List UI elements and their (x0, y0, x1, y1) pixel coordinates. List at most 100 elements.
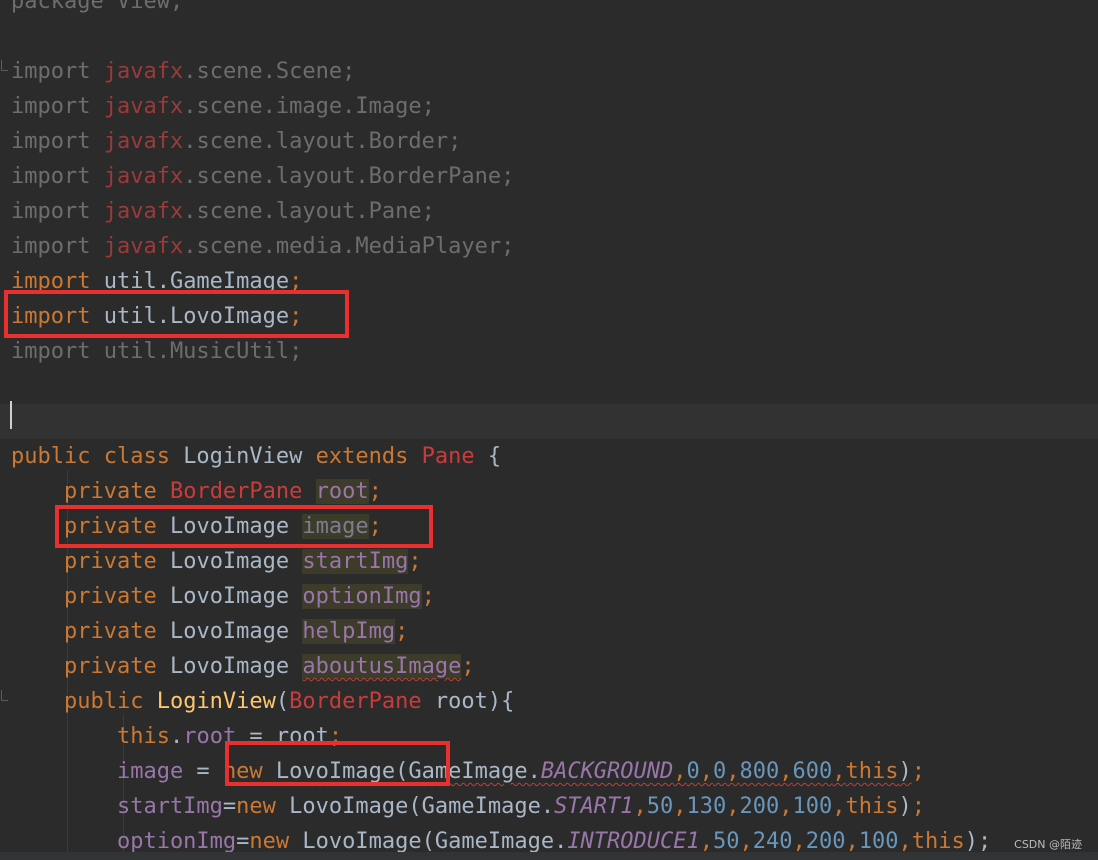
text-caret (10, 401, 12, 429)
code-token: , (699, 829, 714, 854)
code-line[interactable] (0, 404, 1098, 439)
code-line[interactable]: private LovoImage optionImg; (0, 579, 1098, 614)
code-token: private (11, 654, 170, 679)
code-token: .scene.layout.Pane; (183, 199, 435, 224)
code-token: import (11, 234, 104, 259)
code-token: Pane (421, 444, 488, 469)
code-token: this (911, 829, 965, 854)
annotation-box-new (225, 741, 450, 786)
code-line[interactable] (0, 19, 1098, 54)
code-line[interactable]: import javafx.scene.media.MediaPlayer; (0, 229, 1098, 264)
code-line[interactable] (0, 369, 1098, 404)
code-line[interactable]: startImg=new LovoImage(GameImage.START1,… (0, 789, 1098, 824)
code-line-text: package View; (11, 0, 183, 19)
code-token: ); (964, 829, 992, 854)
code-line[interactable]: package View; (0, 0, 1098, 19)
code-line[interactable]: image = new LovoImage(GameImage.BACKGROU… (0, 754, 1098, 789)
code-line[interactable]: private LovoImage helpImg; (0, 614, 1098, 649)
code-token: .scene.layout.Border; (183, 129, 462, 154)
code-token: , (699, 759, 714, 784)
code-line[interactable]: import javafx.scene.layout.BorderPane; (0, 159, 1098, 194)
code-token: , (779, 759, 793, 784)
code-line-text: private LovoImage optionImg; (11, 579, 435, 614)
code-editor[interactable]: package View; import javafx.scene.Scene; i… (0, 0, 1098, 860)
code-token: LovoImage(GameImage. (302, 829, 568, 854)
code-token: new (236, 794, 290, 819)
code-token: , (673, 794, 687, 819)
code-token: BACKGROUND (540, 759, 674, 784)
code-token: private (11, 479, 170, 504)
code-token: .scene.layout.BorderPane; (183, 164, 515, 189)
code-token: ; (421, 584, 435, 609)
code-line-text: import javafx.scene.image.Image; (11, 89, 435, 124)
code-token: = (183, 759, 223, 784)
code-line-text: import util.MusicUtil; (11, 334, 302, 369)
code-token: 50 (646, 794, 674, 819)
code-line-text: private BorderPane root; (11, 474, 382, 509)
code-token: 200 (805, 829, 846, 854)
code-token: image (11, 759, 184, 784)
code-token: private (11, 549, 170, 574)
code-token: import (11, 164, 104, 189)
fold-marker-icon[interactable] (0, 60, 8, 74)
code-token: .scene.image.Image; (183, 94, 435, 119)
code-token: root){ (434, 689, 515, 714)
code-token: ; (408, 549, 422, 574)
code-line[interactable]: public LoginView(BorderPane root){ (0, 684, 1098, 719)
code-token: import (11, 199, 104, 224)
annotation-box-import (4, 290, 349, 338)
code-token: this (11, 724, 170, 749)
code-token: .scene.Scene; (183, 59, 356, 84)
code-token: ) (898, 759, 912, 784)
code-line[interactable]: private LovoImage startImg; (0, 544, 1098, 579)
code-line-text: private LovoImage aboutusImage; (11, 649, 475, 684)
code-token: BorderPane (169, 479, 316, 504)
code-token: public (11, 689, 157, 714)
code-token: public class (11, 444, 184, 469)
code-line[interactable]: import util.MusicUtil; (0, 334, 1098, 369)
annotation-box-field (55, 505, 433, 548)
code-token: ; (461, 654, 475, 679)
code-token: ; (368, 479, 382, 504)
code-token: BorderPane (289, 689, 435, 714)
code-token: javafx (103, 199, 184, 224)
fold-marker-icon[interactable] (0, 690, 8, 704)
code-token: javafx (103, 234, 184, 259)
code-token: extends (315, 444, 422, 469)
code-token: 100 (792, 794, 833, 819)
code-line[interactable]: public class LoginView extends Pane { (0, 439, 1098, 474)
code-token: 0 (686, 759, 700, 784)
code-token: . (169, 724, 184, 749)
code-token: ; (395, 619, 409, 644)
code-line[interactable]: private LovoImage aboutusImage; (0, 649, 1098, 684)
code-token: { (487, 444, 502, 469)
code-token: 200 (739, 794, 780, 819)
code-line[interactable]: this.root = root; (0, 719, 1098, 754)
code-token: = (236, 829, 250, 854)
code-token: , (792, 829, 806, 854)
code-line[interactable]: import javafx.scene.layout.Border; (0, 124, 1098, 159)
code-line[interactable]: import javafx.scene.Scene; (0, 54, 1098, 89)
code-token: private (11, 619, 170, 644)
code-line[interactable]: import javafx.scene.layout.Pane; (0, 194, 1098, 229)
code-line-text: private LovoImage startImg; (11, 544, 422, 579)
code-token: , (779, 794, 793, 819)
code-token: 130 (686, 794, 727, 819)
code-token: javafx (103, 59, 184, 84)
code-token: LoginView (156, 689, 276, 714)
code-token: LovoImage (169, 584, 303, 609)
code-token: ) (898, 794, 912, 819)
code-token: ; (911, 794, 926, 819)
code-line-text: public LoginView(BorderPane root){ (11, 684, 514, 719)
code-token: , (726, 759, 740, 784)
code-line-text: public class LoginView extends Pane { (11, 439, 501, 474)
bottom-strip (0, 852, 1098, 860)
code-token: 100 (858, 829, 899, 854)
code-token: startImg (11, 794, 223, 819)
code-line-text: import javafx.scene.layout.Pane; (11, 194, 435, 229)
code-line[interactable]: import javafx.scene.image.Image; (0, 89, 1098, 124)
code-line[interactable]: private BorderPane root; (0, 474, 1098, 509)
code-token: helpImg (302, 619, 396, 644)
code-token: root (315, 479, 369, 504)
code-token: package View; (11, 0, 184, 14)
